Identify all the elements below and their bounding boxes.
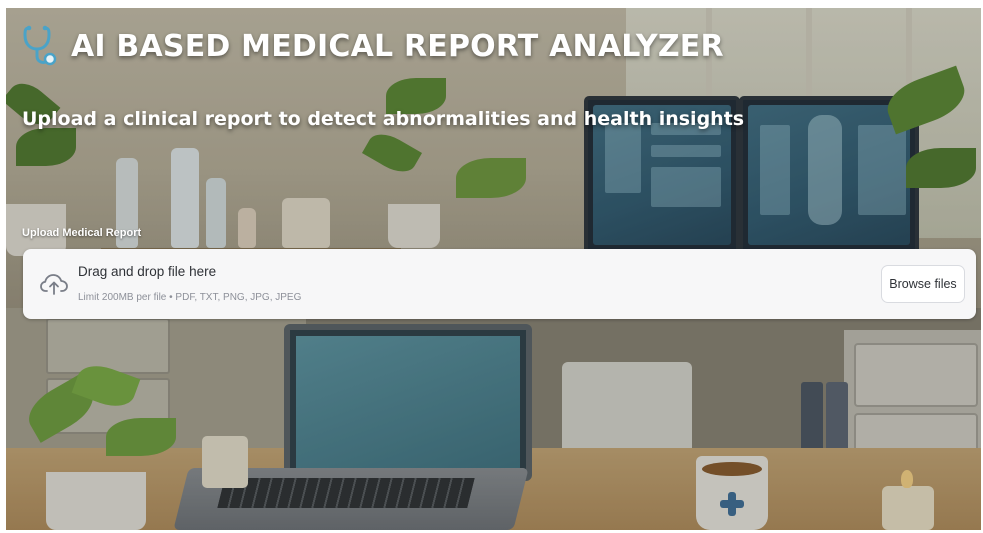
file-dropzone[interactable]: Drag and drop file here Limit 200MB per … bbox=[23, 249, 976, 319]
header: AI BASED MEDICAL REPORT ANALYZER bbox=[21, 24, 724, 68]
dropzone-instruction: Drag and drop file here bbox=[78, 264, 217, 279]
dropzone-limit-text: Limit 200MB per file • PDF, TXT, PNG, JP… bbox=[78, 292, 302, 303]
browse-files-button[interactable]: Browse files bbox=[881, 265, 965, 303]
page-subtitle: Upload a clinical report to detect abnor… bbox=[22, 108, 745, 130]
stethoscope-icon bbox=[23, 25, 57, 66]
page-title: AI BASED MEDICAL REPORT ANALYZER bbox=[71, 28, 724, 64]
upload-label: Upload Medical Report bbox=[22, 227, 142, 239]
app-frame: AI BASED MEDICAL REPORT ANALYZER Upload … bbox=[6, 8, 981, 530]
cloud-upload-icon bbox=[40, 274, 68, 295]
